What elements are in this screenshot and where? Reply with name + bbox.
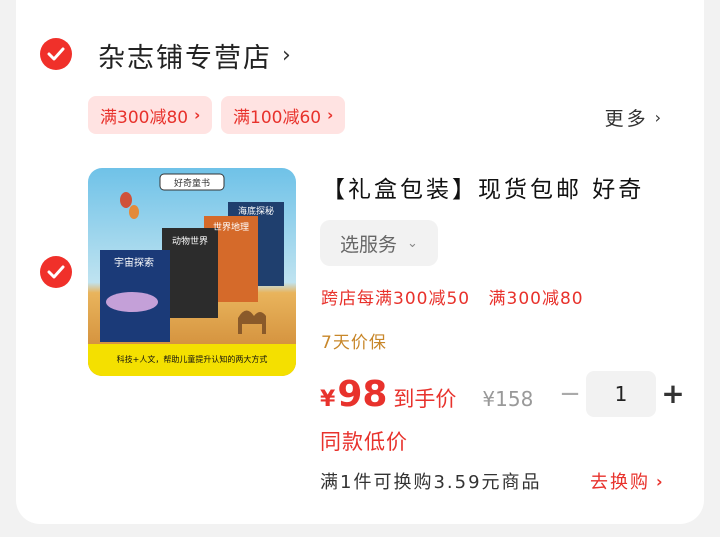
chevron-down-icon: ⌄ <box>407 235 418 251</box>
increase-quantity-button[interactable]: + <box>660 377 686 410</box>
more-label: 更多 <box>604 108 649 130</box>
product-title[interactable]: 【礼盒包装】现货包邮 好奇 <box>322 170 682 204</box>
promo-tags: 跨店每满300减50 满300减80 <box>321 284 584 309</box>
chevron-right-icon: › <box>656 471 665 491</box>
chevron-right-icon: › <box>194 106 201 124</box>
coupon-chip-1[interactable]: 满300减80 › <box>88 96 213 134</box>
coupon-chip-2[interactable]: 满100减60 › <box>221 96 346 134</box>
book-title-1: 宇宙探索 <box>114 256 154 269</box>
promo-tag-2: 满300减80 <box>488 289 584 309</box>
check-icon <box>47 265 65 279</box>
swap-action-label: 去换购 <box>590 472 650 493</box>
decrease-quantity-button[interactable]: − <box>558 379 582 409</box>
book-title-4: 海底探秘 <box>238 205 274 217</box>
promo-tag-1: 跨店每满300减50 <box>321 289 471 309</box>
product-image-art: 好奇童书 海底探秘 世界地理 动物世界 宇宙探索 科技+人文，帮助儿童提升认知的… <box>88 168 296 376</box>
store-checkbox[interactable] <box>40 38 72 70</box>
low-price-tag: 同款低价 <box>320 430 408 454</box>
service-label: 选服务 <box>340 233 398 256</box>
price-amount: 98 <box>337 374 388 415</box>
product-checkbox[interactable] <box>40 256 72 288</box>
swap-offer-text: 满1件可换购3.59元商品 <box>320 472 542 493</box>
price-row: ¥ 98 到手价 ¥158 <box>320 374 533 415</box>
price-guarantee-tag: 7天价保 <box>321 333 387 353</box>
book-title-3: 世界地理 <box>213 221 249 233</box>
more-coupons-link[interactable]: 更多 › <box>605 104 664 131</box>
quantity-input[interactable]: 1 <box>586 371 656 417</box>
store-name: 杂志铺专营店 <box>98 43 272 74</box>
image-caption: 科技+人文，帮助儿童提升认知的两大方式 <box>117 354 268 364</box>
product-image[interactable]: 好奇童书 海底探秘 世界地理 动物世界 宇宙探索 科技+人文，帮助儿童提升认知的… <box>88 168 296 376</box>
price-currency: ¥ <box>320 387 336 412</box>
chevron-right-icon: › <box>654 108 664 127</box>
cart-store-card: 杂志铺专营店 › 满300减80 › 满100减60 › 更多 › 好奇童书 海… <box>16 0 704 524</box>
price-label: 到手价 <box>393 387 457 411</box>
original-price: ¥158 <box>482 387 534 411</box>
swap-purchase-link[interactable]: 去换购 › <box>590 468 665 494</box>
book-title-2: 动物世界 <box>172 235 208 247</box>
store-name-link[interactable]: 杂志铺专营店 › <box>98 36 293 75</box>
coupon-label: 满300减80 <box>100 107 189 128</box>
chevron-right-icon: › <box>327 106 334 124</box>
book-badge: 好奇童书 <box>174 177 210 189</box>
coupon-label: 满100减60 <box>233 107 322 128</box>
chevron-right-icon: › <box>282 43 293 68</box>
check-icon <box>47 47 65 61</box>
select-service-button[interactable]: 选服务 ⌄ <box>320 220 438 266</box>
